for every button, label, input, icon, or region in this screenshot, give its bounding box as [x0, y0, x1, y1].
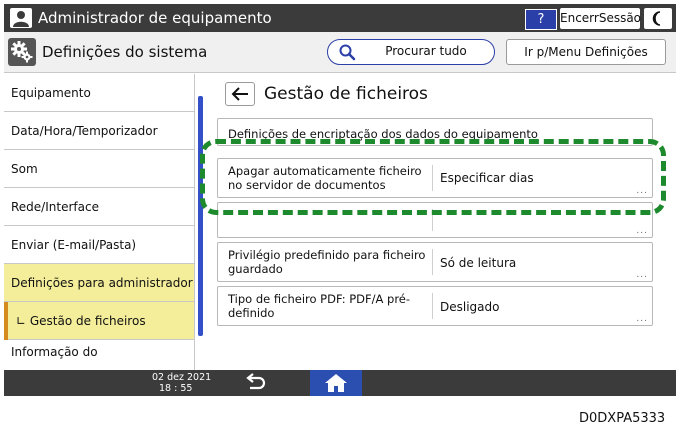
- section-title: Definições do sistema: [42, 43, 208, 61]
- search-all-label: Procurar tudo: [385, 44, 467, 58]
- bottom-bar: 02 dez 2021 18 : 55: [4, 370, 676, 396]
- back-button[interactable]: [225, 82, 255, 106]
- setting-row-pdf-type[interactable]: Tipo de ficheiro PDF: PDF/A pré-definido…: [217, 286, 653, 326]
- setting-label: Privilégio predefinido para ficheiro gua…: [228, 248, 426, 276]
- title-bar: Administrador de equipamento ? EncerrSes…: [4, 4, 676, 32]
- setting-row-auto-delete[interactable]: Apagar automaticamente ficheiro no servi…: [217, 158, 653, 198]
- sidebar-item-sound[interactable]: Som: [4, 150, 194, 188]
- sidebar-item-equipment[interactable]: Equipamento: [4, 74, 194, 112]
- document-code: D0DXPA5333: [579, 411, 666, 426]
- home-icon: [325, 374, 347, 392]
- home-button[interactable]: [310, 370, 362, 396]
- sidebar-item-information[interactable]: Informação do: [4, 340, 194, 370]
- more-indicator: ...: [636, 314, 648, 324]
- clock-date: 02 dez 2021: [152, 372, 212, 383]
- setting-label: Tipo de ficheiro PDF: PDF/A pré-definido: [228, 292, 411, 320]
- setting-label: Definições de encriptação dos dados do e…: [228, 127, 538, 141]
- help-button[interactable]: ?: [525, 9, 557, 30]
- user-icon: [10, 8, 32, 28]
- more-indicator: ...: [636, 270, 648, 280]
- sidebar-item-send[interactable]: Enviar (E-mail/Pasta): [4, 226, 194, 264]
- goto-settings-menu-button[interactable]: Ir p/Menu Definições: [506, 39, 666, 65]
- sidebar: Equipamento Data/Hora/Temporizador Som R…: [4, 74, 195, 370]
- clock-time: 18 : 55: [159, 383, 193, 394]
- setting-value: Especificar dias: [440, 171, 534, 185]
- return-button[interactable]: [240, 372, 270, 394]
- page-title: Gestão de ficheiros: [264, 84, 428, 104]
- setting-row-hidden[interactable]: ...: [217, 202, 653, 238]
- more-indicator: ...: [636, 186, 648, 196]
- sidebar-item-date-time[interactable]: Data/Hora/Temporizador: [4, 112, 194, 150]
- setting-value: Só de leitura: [440, 256, 517, 270]
- moon-icon: [652, 11, 661, 26]
- setting-row-encryption[interactable]: Definições de encriptação dos dados do e…: [217, 118, 653, 146]
- app-title: Administrador de equipamento: [38, 9, 272, 27]
- device-screen: Administrador de equipamento ? EncerrSes…: [4, 4, 676, 396]
- more-indicator: ...: [636, 226, 648, 236]
- display-mode-button[interactable]: [644, 8, 672, 29]
- logout-button[interactable]: EncerrSessão: [560, 8, 641, 29]
- sidebar-item-file-management[interactable]: ∟ Gestão de ficheiros: [4, 302, 194, 340]
- gears-icon: [8, 38, 36, 66]
- sidebar-scrollbar[interactable]: [198, 96, 203, 336]
- main-panel: Gestão de ficheiros Definições de encrip…: [204, 74, 676, 370]
- sidebar-item-admin-settings[interactable]: Definições para administrador: [4, 264, 194, 302]
- search-all-button[interactable]: Procurar tudo: [327, 39, 495, 65]
- selected-marker: [4, 302, 8, 340]
- search-icon: [339, 44, 356, 61]
- header-bar: Definições do sistema Procurar tudo Ir p…: [4, 32, 676, 73]
- sidebar-item-network[interactable]: Rede/Interface: [4, 188, 194, 226]
- return-icon: [246, 373, 266, 390]
- setting-row-default-privilege[interactable]: Privilégio predefinido para ficheiro gua…: [217, 242, 653, 282]
- setting-label: Apagar automaticamente ficheiro no servi…: [228, 164, 422, 192]
- arrow-left-icon: [231, 87, 248, 101]
- setting-value: Desligado: [440, 300, 500, 314]
